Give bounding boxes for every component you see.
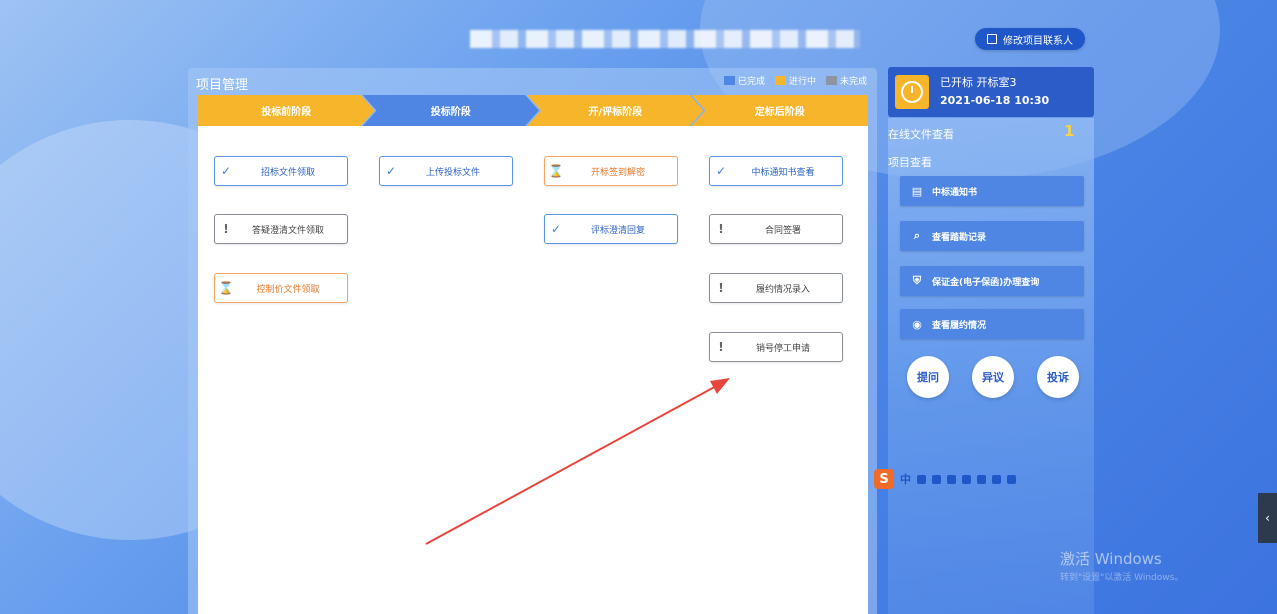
- legend-label: 进行中: [788, 77, 816, 87]
- exclamation-icon: !: [718, 281, 724, 295]
- stage-label: 开/评标阶段: [588, 107, 643, 118]
- task-button[interactable]: ! 履约情况录入: [709, 273, 843, 303]
- project-view-heading: 项目查看: [888, 156, 932, 169]
- task-label: 合同签署: [764, 225, 801, 236]
- stage-post-award[interactable]: 定标后阶段: [691, 95, 868, 126]
- exclamation-icon: !: [223, 222, 229, 236]
- hourglass-icon: ⌛: [218, 281, 234, 295]
- legend-swatch: [774, 76, 786, 85]
- keyboard-icon[interactable]: [962, 474, 971, 484]
- question-button[interactable]: 提问: [907, 356, 949, 398]
- blurred-project-title: [470, 30, 860, 48]
- legend-item-done: 已完成: [723, 74, 765, 87]
- task-button[interactable]: ✓ 中标通知书查看: [709, 156, 843, 186]
- bid-datetime: 2021-06-18 10:30: [940, 94, 1050, 107]
- bid-status-text: 已开标 开标室3: [940, 76, 1017, 89]
- task-button[interactable]: ! 销号停工申请: [709, 332, 843, 362]
- legend-swatch: [723, 76, 735, 85]
- task-label: 销号停工申请: [755, 343, 810, 354]
- stage-label: 投标前阶段: [261, 107, 312, 118]
- exclamation-icon: !: [718, 340, 724, 354]
- check-icon: ✓: [385, 164, 397, 178]
- status-legend: 已完成 进行中 未完成: [723, 74, 867, 87]
- task-button[interactable]: ✓ 评标澄清回复: [544, 214, 678, 244]
- project-management-panel: 项目管理 已完成 进行中 未完成 投标前阶段 投标阶段 开/评标阶段 定标后阶段…: [188, 68, 877, 614]
- site-survey-record-button[interactable]: ⌕ 查看踏勘记录: [900, 221, 1084, 251]
- exclamation-icon: !: [718, 222, 724, 236]
- complaint-button[interactable]: 投诉: [1037, 356, 1079, 398]
- task-label: 中标通知书查看: [751, 167, 815, 178]
- activation-watermark: 激活 Windows: [1060, 550, 1162, 568]
- task-label: 履约情况录入: [755, 284, 810, 295]
- document-icon: ▤: [911, 184, 923, 198]
- arrow-head: [710, 378, 730, 394]
- stage-label: 定标后阶段: [754, 107, 805, 118]
- guarantee-query-button[interactable]: ⛨ 保证金(电子保函)办理查询: [900, 266, 1084, 296]
- stage-opening-evaluation[interactable]: 开/评标阶段: [527, 95, 704, 126]
- button-label: 查看踏勘记录: [932, 232, 987, 243]
- check-icon: ✓: [715, 164, 727, 178]
- collapse-tab[interactable]: ‹: [1258, 493, 1277, 543]
- edit-contact-label: 修改项目联系人: [1003, 35, 1073, 47]
- check-icon: ✓: [220, 164, 232, 178]
- stage-label: 投标阶段: [430, 107, 471, 118]
- panel-title: 项目管理: [196, 78, 249, 93]
- eye-icon: ◉: [912, 317, 922, 331]
- edit-contact-button[interactable]: 修改项目联系人: [975, 28, 1085, 50]
- task-label: 答疑澄清文件领取: [251, 225, 324, 236]
- button-label: 中标通知书: [932, 187, 978, 198]
- hourglass-icon: ⌛: [548, 164, 564, 178]
- stage-pre-bidding[interactable]: 投标前阶段: [198, 95, 375, 126]
- button-label: 保证金(电子保函)办理查询: [932, 277, 1040, 288]
- legend-label: 已完成: [737, 77, 765, 87]
- emoji-icon[interactable]: [932, 474, 941, 484]
- task-label: 上传投标文件: [425, 167, 480, 178]
- task-label: 开标签到解密: [590, 167, 645, 178]
- task-button[interactable]: ! 合同签署: [709, 214, 843, 244]
- online-files-link[interactable]: 在线文件查看: [888, 126, 954, 142]
- task-button[interactable]: ⌛ 开标签到解密: [544, 156, 678, 186]
- chevron-left-icon: ‹: [1265, 511, 1270, 525]
- activation-watermark-sub: 转到"设置"以激活 Windows。: [1060, 573, 1184, 583]
- stage-bidding[interactable]: 投标阶段: [363, 95, 540, 126]
- performance-view-button[interactable]: ◉ 查看履约情况: [900, 309, 1084, 339]
- skin-icon[interactable]: [992, 474, 1001, 484]
- check-icon: ✓: [550, 222, 562, 236]
- sidebar: 在线文件查看 1 项目查看 ▤ 中标通知书 ⌕ 查看踏勘记录 ⛨ 保证金(电子保…: [888, 118, 1094, 614]
- annotation-arrow: [425, 378, 730, 545]
- ime-toolbar[interactable]: S 中: [874, 468, 1016, 490]
- task-label: 招标文件领取: [260, 167, 315, 178]
- online-files-count: 1: [1064, 122, 1075, 140]
- task-label: 控制价文件领取: [256, 284, 320, 295]
- ime-language-toggle[interactable]: 中: [900, 471, 911, 487]
- task-board: ✓ 招标文件领取 ! 答疑澄清文件领取 ⌛ 控制价文件领取 ✓ 上传投标文件 ⌛…: [198, 126, 868, 614]
- grid-menu-icon[interactable]: [1007, 474, 1016, 484]
- alarm-clock-icon: [895, 75, 929, 109]
- award-notice-button[interactable]: ▤ 中标通知书: [900, 176, 1084, 206]
- objection-button[interactable]: 异议: [972, 356, 1014, 398]
- button-label: 查看履约情况: [932, 320, 987, 331]
- legend-label: 未完成: [839, 77, 867, 87]
- sogou-logo-icon[interactable]: S: [874, 469, 894, 489]
- task-label: 评标澄清回复: [590, 225, 645, 236]
- edit-icon: [987, 34, 997, 44]
- legend-item-pending: 未完成: [825, 74, 867, 87]
- legend-item-in-progress: 进行中: [774, 74, 816, 87]
- punctuation-icon[interactable]: [917, 474, 926, 484]
- shield-icon: ⛨: [912, 274, 922, 287]
- microphone-icon[interactable]: [947, 474, 956, 484]
- task-button[interactable]: ✓ 招标文件领取: [214, 156, 348, 186]
- search-document-icon: ⌕: [913, 229, 921, 242]
- user-icon[interactable]: [977, 474, 986, 484]
- task-button[interactable]: ✓ 上传投标文件: [379, 156, 513, 186]
- task-button[interactable]: ⌛ 控制价文件领取: [214, 273, 348, 303]
- bid-status-card: 已开标 开标室3 2021-06-18 10:30: [888, 67, 1094, 117]
- stage-progress-bar: 投标前阶段 投标阶段 开/评标阶段 定标后阶段: [198, 95, 868, 126]
- legend-swatch: [825, 76, 837, 85]
- arrow-line: [425, 383, 721, 545]
- task-button[interactable]: ! 答疑澄清文件领取: [214, 214, 348, 244]
